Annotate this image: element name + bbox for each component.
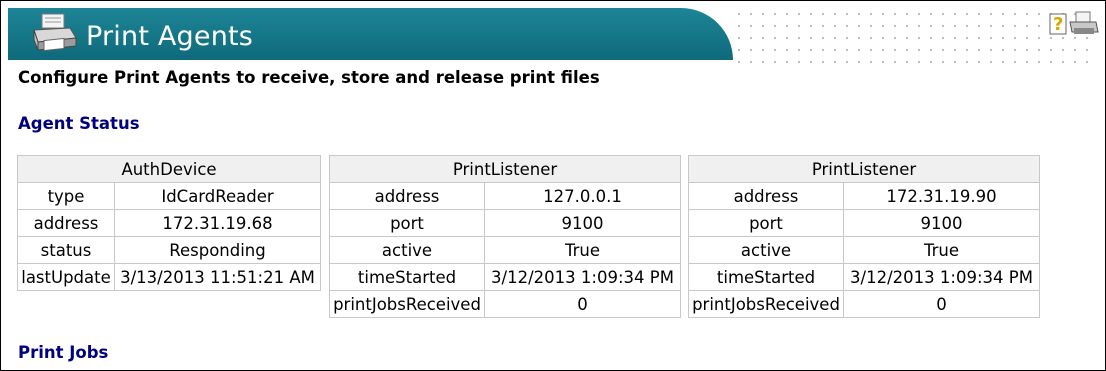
field-value: 9100	[484, 209, 681, 237]
field-key: address	[329, 182, 485, 210]
field-value: 3/12/2013 1:09:34 PM	[484, 263, 681, 291]
field-key: active	[688, 236, 844, 264]
field-key: active	[329, 236, 485, 264]
table-row: printJobsReceived 0	[329, 290, 681, 318]
table-row: status Responding	[17, 236, 321, 264]
field-value: Responding	[114, 236, 321, 264]
page-title: Print Agents	[86, 21, 254, 52]
svg-text:?: ?	[1053, 14, 1063, 35]
field-value: 0	[484, 290, 681, 318]
field-value: 172.31.19.90	[843, 182, 1040, 210]
field-value: 0	[843, 290, 1040, 318]
field-value: 172.31.19.68	[114, 209, 321, 237]
field-key: printJobsReceived	[329, 290, 485, 318]
table-row: lastUpdate 3/13/2013 11:51:21 AM	[17, 263, 321, 291]
print-page-icon[interactable]	[1069, 11, 1099, 34]
field-key: port	[329, 209, 485, 237]
table-row: printJobsReceived 0	[688, 290, 1040, 318]
table-row: port 9100	[329, 209, 681, 237]
table-row: timeStarted 3/12/2013 1:09:34 PM	[688, 263, 1040, 291]
table-row: port 9100	[688, 209, 1040, 237]
dotted-background	[733, 8, 1093, 66]
field-value: True	[843, 236, 1040, 264]
agent-name: PrintListener	[688, 155, 1040, 183]
field-value: True	[484, 236, 681, 264]
toolbar-icons: ?	[1049, 11, 1099, 35]
agent-table-authdevice: AuthDevice type IdCardReader address 172…	[17, 155, 321, 291]
table-row: active True	[688, 236, 1040, 264]
page-header: Print Agents ?	[8, 8, 1102, 66]
field-value: 3/12/2013 1:09:34 PM	[843, 263, 1040, 291]
field-key: timeStarted	[688, 263, 844, 291]
print-jobs-heading: Print Jobs	[18, 343, 109, 362]
table-row: address 127.0.0.1	[329, 182, 681, 210]
table-row: active True	[329, 236, 681, 264]
field-key: port	[688, 209, 844, 237]
field-value: 3/13/2013 11:51:21 AM	[114, 263, 321, 291]
agent-table-printlistener-1: PrintListener address 127.0.0.1 port 910…	[329, 155, 681, 318]
field-value: 127.0.0.1	[484, 182, 681, 210]
field-key: timeStarted	[329, 263, 485, 291]
field-key: type	[17, 182, 115, 210]
field-key: address	[688, 182, 844, 210]
table-row: timeStarted 3/12/2013 1:09:34 PM	[329, 263, 681, 291]
field-key: lastUpdate	[17, 263, 115, 291]
table-row: address 172.31.19.90	[688, 182, 1040, 210]
table-row: type IdCardReader	[17, 182, 321, 210]
field-key: status	[17, 236, 115, 264]
agent-name: AuthDevice	[17, 155, 321, 183]
agent-name: PrintListener	[329, 155, 681, 183]
agent-table-printlistener-2: PrintListener address 172.31.19.90 port …	[688, 155, 1040, 318]
field-key: address	[17, 209, 115, 237]
field-key: printJobsReceived	[688, 290, 844, 318]
field-value: IdCardReader	[114, 182, 321, 210]
help-icon[interactable]: ?	[1049, 13, 1067, 35]
field-value: 9100	[843, 209, 1040, 237]
page-subtitle: Configure Print Agents to receive, store…	[18, 68, 600, 87]
agent-status-heading: Agent Status	[18, 114, 140, 133]
printer-icon	[33, 13, 77, 52]
table-row: address 172.31.19.68	[17, 209, 321, 237]
